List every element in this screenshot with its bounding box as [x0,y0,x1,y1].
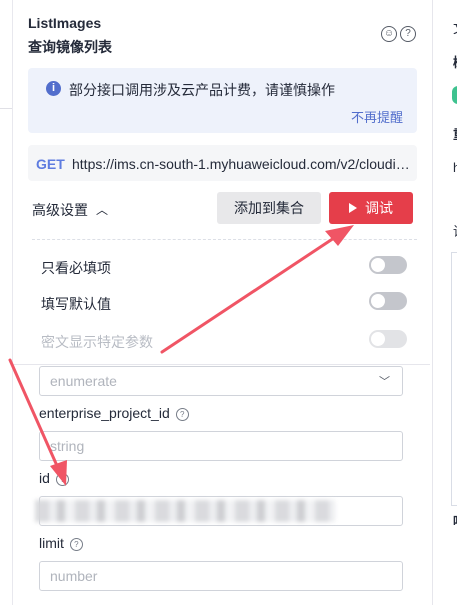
enterprise-project-id-input[interactable]: string [39,431,403,461]
right-char-5: 请 [453,221,457,240]
right-char-1: 文 [453,18,457,37]
right-char-2: 概 [453,52,457,71]
status-dot [452,86,457,104]
title-actions: ☺ ? [381,26,416,42]
id-text: id [39,470,50,486]
chevron-down-icon: ﹀ [379,376,390,388]
limit-placeholder: number [50,568,98,584]
debug-button[interactable]: 调试 [329,192,413,224]
help-icon[interactable]: ? [69,537,83,551]
info-icon: i [46,81,61,96]
http-method: GET [36,156,65,172]
right-char-6: 响 [453,511,457,530]
enumerate-placeholder: enumerate [50,373,117,389]
help-icon[interactable]: ? [55,472,69,486]
api-debug-panel: ListImages 查询镜像列表 ☺ ? i 部分接口调用涉及云产品计费，请谨… [13,0,430,605]
scroll-region-top [13,364,430,365]
request-url[interactable]: https://ims.cn-south-1.myhuaweicloud.com… [72,156,410,172]
id-label: id? [39,470,69,486]
help-icon[interactable]: ? [400,26,416,42]
chevron-up-icon: ︿ [96,203,109,217]
advanced-settings-label: 高级设置 [32,202,88,218]
required-only-label: 只看必填项 [41,260,111,276]
billing-notice: i 部分接口调用涉及云产品计费，请谨慎操作 不再提醒 [28,68,417,133]
request-url-bar: GET https://ims.cn-south-1.myhuaweicloud… [28,145,417,181]
left-sidebar-edge [0,0,13,605]
cipher-display-switch [369,330,407,348]
debug-button-label: 调试 [365,200,393,216]
advanced-settings-toggle[interactable]: 高级设置 ︿ [32,200,108,220]
enterprise-project-id-placeholder: string [50,438,85,454]
limit-label: limit? [39,535,83,551]
divider [32,239,417,240]
required-only-switch[interactable] [369,256,407,274]
redacted-value [35,500,335,522]
cipher-display-label: 密文显示特定参数 [41,334,153,350]
notice-text: 部分接口调用涉及云产品计费，请谨慎操作 [69,82,335,98]
right-char-4: h [453,160,457,175]
dont-remind-link[interactable]: 不再提醒 [351,107,403,126]
add-to-collection-button[interactable]: 添加到集合 [217,192,321,224]
smile-icon[interactable]: ☺ [381,26,397,42]
fill-defaults-switch[interactable] [369,292,407,310]
play-icon [349,203,357,214]
api-title: ListImages [28,15,102,31]
fill-defaults-label: 填写默认值 [41,296,111,312]
right-char-3: 重 [453,124,457,143]
enterprise-project-id-text: enterprise_project_id [39,405,170,421]
limit-text: limit [39,535,64,551]
enterprise-project-id-label: enterprise_project_id? [39,405,189,421]
help-icon[interactable]: ? [175,407,189,421]
limit-input[interactable]: number [39,561,403,591]
api-subtitle: 查询镜像列表 [28,39,112,55]
right-box [451,252,457,506]
enumerate-select[interactable]: enumerate ﹀ [39,366,403,396]
right-panel-edge: 文 概 重 h 请 响 [432,0,457,605]
